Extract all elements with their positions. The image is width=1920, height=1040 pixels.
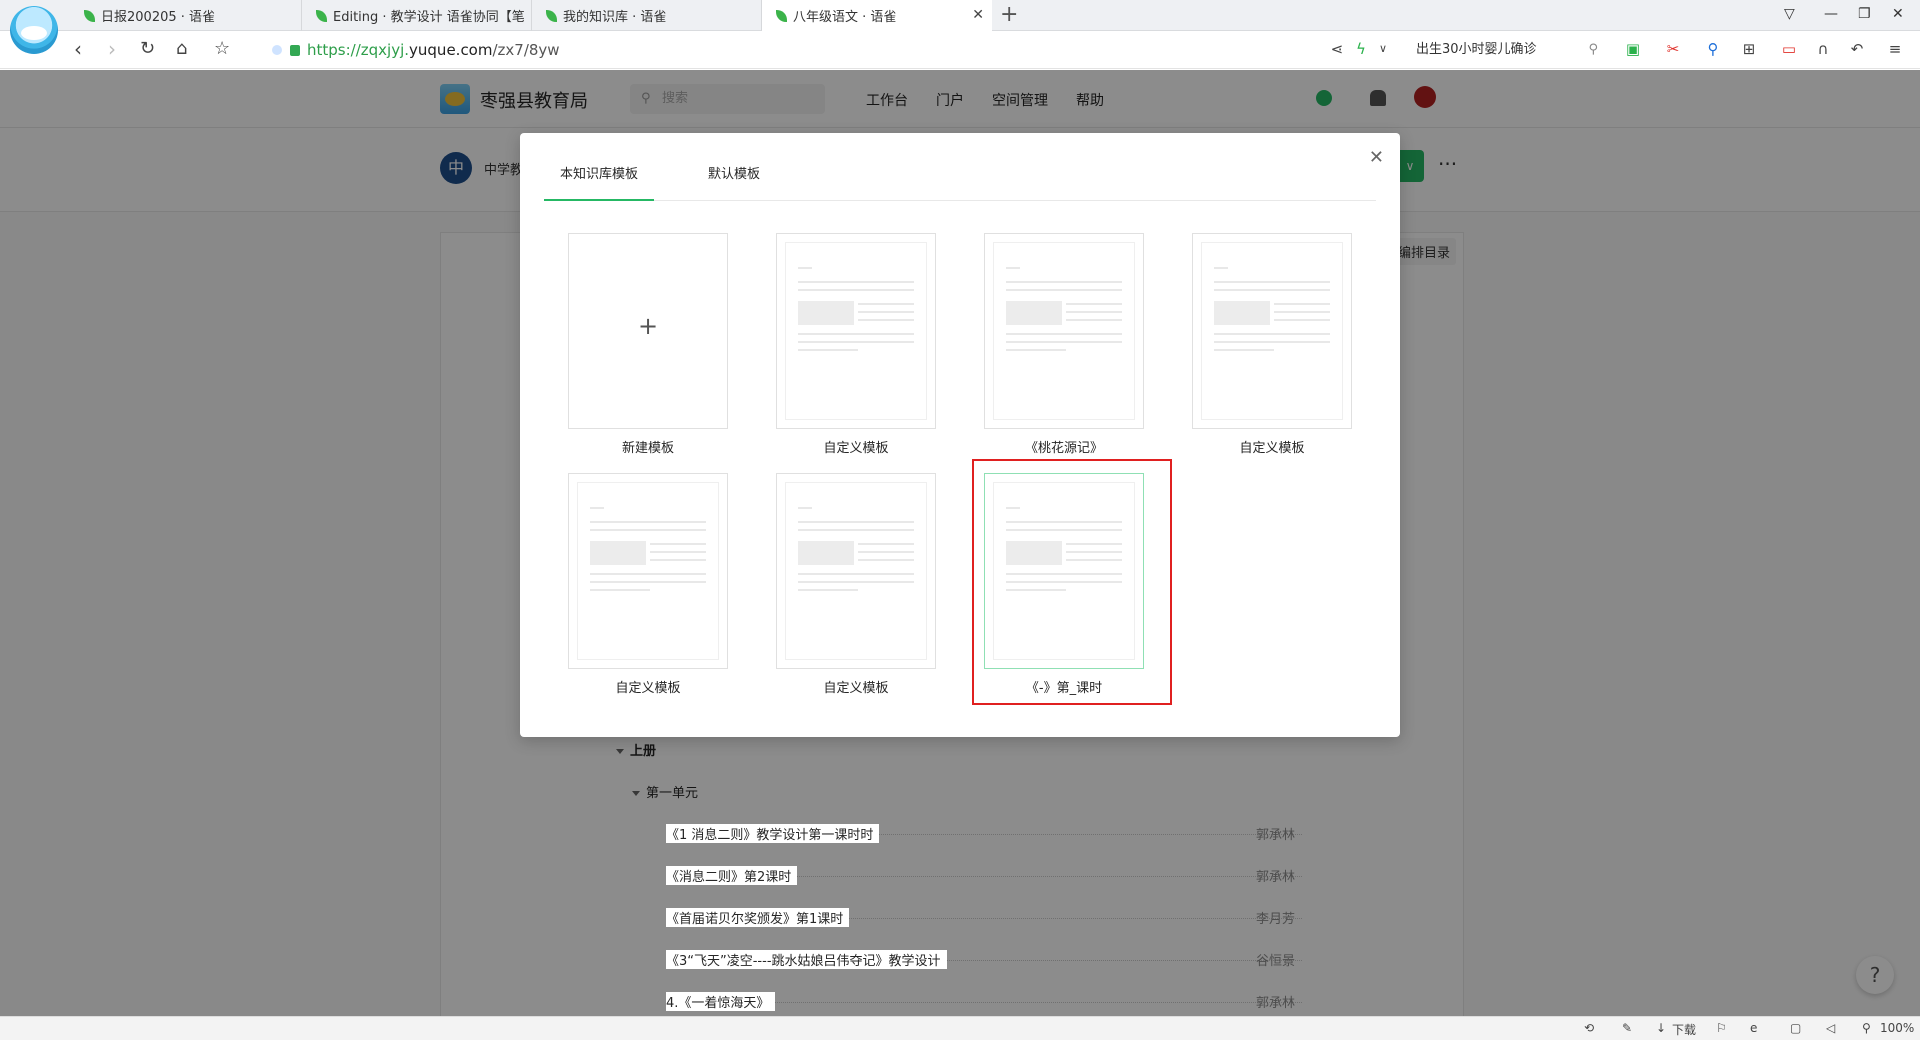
template-label: 自定义模板: [823, 441, 889, 456]
template-label: 自定义模板: [1239, 441, 1305, 456]
toc-row-title: 《消息二则》第2课时: [666, 866, 798, 885]
scissors-icon[interactable]: ✂: [1664, 40, 1682, 58]
search-icon[interactable]: ⚲: [1588, 38, 1598, 62]
browser-tab-2[interactable]: Editing · 教学设计 语雀协同【笔: [302, 0, 532, 31]
tab-default-templates[interactable]: 默认模板: [708, 163, 760, 201]
ie-icon[interactable]: e: [1750, 1021, 1757, 1035]
template-grid: + 新建模板 自定义模板 《桃花源记》 自定义模板 自定义模板 自定义模板 《-…: [568, 233, 1352, 705]
browser-tab-bar: 日报200205 · 语雀 Editing · 教学设计 语雀协同【笔 我的知识…: [0, 0, 1920, 31]
yuque-leaf-icon: [776, 9, 787, 22]
template-thumbnail: +: [568, 233, 728, 429]
chevron-down-icon[interactable]: ∨: [1374, 40, 1392, 58]
url-prefix: https://zqxjyj.: [307, 41, 410, 59]
bookmark-star-icon[interactable]: ☆: [214, 38, 230, 60]
document-preview: [785, 482, 927, 660]
browser-tab-4-active[interactable]: 八年级语文 · 语雀 ✕: [762, 0, 992, 31]
document-preview: [993, 242, 1135, 420]
download-label[interactable]: 下载: [1672, 1021, 1696, 1038]
template-label: 新建模板: [621, 441, 674, 456]
lightning-icon[interactable]: ϟ: [1352, 40, 1370, 58]
address-toolbar: ‹ › ↻ ⌂ ☆ https://zqxjyj. yuque.com/zx7/8…: [0, 31, 1920, 69]
reload-icon[interactable]: ↻: [140, 38, 155, 60]
tab-title: 八年级语文 · 语雀: [793, 10, 897, 25]
template-thumbnail: [1192, 233, 1352, 429]
undo-icon[interactable]: ↶: [1848, 40, 1866, 58]
template-thumbnail: [776, 233, 936, 429]
toc-row-title: 《3“飞天”凌空----跳水姑娘吕伟夺记》教学设计: [666, 950, 947, 969]
template-card[interactable]: 自定义模板: [776, 473, 936, 701]
download-icon[interactable]: ↓: [1656, 1021, 1666, 1035]
toc-row-title: 《首届诺贝尔奖颁发》第1课时: [666, 908, 850, 927]
template-card[interactable]: 自定义模板: [776, 233, 936, 461]
template-thumbnail: [984, 473, 1144, 669]
back-icon[interactable]: ‹: [74, 38, 82, 60]
template-label: 《-》第_课时: [1025, 681, 1103, 696]
url-path: /zx7/8yw: [492, 41, 560, 59]
browser-logo-icon[interactable]: [10, 6, 58, 54]
flag-icon[interactable]: ⚐: [1716, 1021, 1727, 1035]
site-info-icon[interactable]: [272, 45, 282, 55]
template-thumbnail: [984, 233, 1144, 429]
menu-icon[interactable]: ≡: [1886, 40, 1904, 58]
headphones-icon[interactable]: ∩: [1814, 40, 1832, 58]
zoom-icon[interactable]: ⚲: [1862, 1021, 1871, 1035]
url-field[interactable]: https://zqxjyj. yuque.com/zx7/8yw: [272, 37, 560, 63]
new-template-card[interactable]: + 新建模板: [568, 233, 728, 461]
yuque-leaf-icon: [546, 9, 557, 22]
tab-title: Editing · 教学设计 语雀协同【笔: [333, 10, 525, 25]
template-tabs: 本知识库模板 默认模板: [544, 163, 1376, 201]
toc-row-title: 《1 消息二则》教学设计第一课时时: [666, 824, 880, 843]
browser-tab-3[interactable]: 我的知识库 · 语雀: [532, 0, 762, 31]
url-domain: yuque.com: [409, 41, 493, 59]
document-preview: [993, 482, 1135, 660]
zoom-level[interactable]: 100%: [1880, 1021, 1914, 1035]
yuque-leaf-icon: [316, 9, 327, 22]
share-icon[interactable]: ⋖: [1328, 40, 1346, 58]
battery-icon[interactable]: ▭: [1780, 40, 1798, 58]
template-label: 自定义模板: [615, 681, 681, 696]
tab-title: 我的知识库 · 语雀: [563, 10, 667, 25]
new-tab-button[interactable]: +: [1000, 3, 1018, 27]
toc-row-title: 4.《一着惊海天》: [666, 992, 776, 1011]
apps-grid-icon[interactable]: ⊞: [1740, 40, 1758, 58]
template-modal: ✕ 本知识库模板 默认模板 + 新建模板 自定义模板 《桃花源记》 自定义模板 …: [520, 133, 1400, 737]
pin-icon[interactable]: ✎: [1622, 1021, 1632, 1035]
plus-icon: +: [637, 312, 659, 340]
template-card[interactable]: 《桃花源记》: [984, 233, 1144, 461]
yuque-leaf-icon: [84, 9, 95, 22]
close-tab-icon[interactable]: ✕: [972, 7, 984, 23]
tab-title: 日报200205 · 语雀: [101, 10, 216, 25]
forward-icon[interactable]: ›: [108, 38, 116, 60]
tab-library-templates[interactable]: 本知识库模板: [544, 163, 655, 201]
document-preview: [577, 482, 719, 660]
template-label: 自定义模板: [823, 681, 889, 696]
restore-icon[interactable]: ❐: [1858, 6, 1871, 22]
search-suggestion-text: 出生30小时婴儿确诊: [1416, 42, 1537, 57]
window-close-icon[interactable]: ✕: [1892, 6, 1904, 22]
translate-icon[interactable]: ▣: [1624, 40, 1642, 58]
magnifier-icon[interactable]: ⚲: [1704, 40, 1722, 58]
volume-icon[interactable]: ◁: [1826, 1021, 1835, 1035]
template-thumbnail: [568, 473, 728, 669]
browser-tab-1[interactable]: 日报200205 · 语雀: [70, 0, 302, 31]
skin-icon[interactable]: ▽: [1784, 6, 1795, 22]
template-card[interactable]: 自定义模板: [1192, 233, 1352, 461]
document-preview: [785, 242, 927, 420]
browser-search-box[interactable]: 出生30小时婴儿确诊 ⚲: [1406, 38, 1602, 62]
minimize-icon[interactable]: —: [1824, 6, 1838, 22]
template-card-selected[interactable]: 《-》第_课时: [984, 473, 1144, 701]
template-thumbnail: [776, 473, 936, 669]
speed-icon[interactable]: ⟲: [1584, 1021, 1594, 1035]
home-icon[interactable]: ⌂: [176, 38, 187, 60]
template-label: 《桃花源记》: [1024, 441, 1103, 456]
template-card[interactable]: 自定义模板: [568, 473, 728, 701]
window-icon[interactable]: ▢: [1790, 1021, 1801, 1035]
browser-status-bar: ⟲ ✎ ↓ 下载 ⚐ e ▢ ◁ ⚲ 100%: [0, 1016, 1920, 1040]
lock-icon: [290, 44, 300, 56]
document-preview: [1201, 242, 1343, 420]
